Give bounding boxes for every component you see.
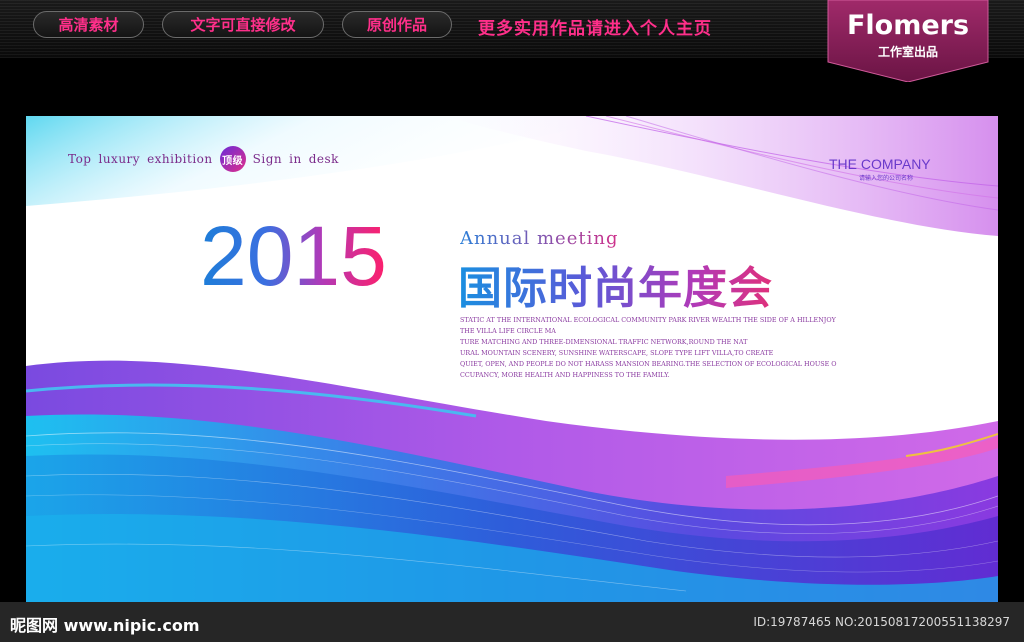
event-title: 国际时尚年度会	[458, 252, 773, 316]
description-line: TURE MATCHING AND THREE-DIMENSIONAL TRAF…	[460, 338, 748, 346]
company-name: THE COMPANY	[829, 156, 931, 172]
event-year: 2015	[200, 209, 387, 303]
brand-subtitle: 工作室出品	[877, 45, 938, 59]
brand-logo: Flomers 工作室出品	[826, 0, 990, 82]
site-watermark[interactable]: 昵图网 www.nipic.com	[10, 612, 200, 636]
event-description: STATIC AT THE INTERNATIONAL ECOLOGICAL C…	[460, 315, 860, 381]
pill-hd-material[interactable]: 高清素材	[33, 11, 144, 38]
company-name-hint: 请输入您的公司名称	[859, 175, 914, 182]
annual-meeting-label: Annual meeting	[460, 228, 619, 249]
image-id-label: ID:19787465 NO:20150817200551138297	[753, 615, 1010, 629]
top-level-badge: 顶级	[219, 146, 246, 172]
event-banner: Top luxury exhibition 顶级 Sign in desk TH…	[26, 116, 998, 602]
luxury-tagline: Top luxury exhibition 顶级 Sign in desk	[68, 146, 346, 172]
tagline-word: desk	[308, 152, 339, 166]
tagline-word: luxury	[98, 152, 141, 166]
promo-text[interactable]: 更多实用作品请进入个人主页	[478, 14, 712, 39]
description-line: CCUPANCY, MORE HEALTH AND HAPPINESS TO T…	[460, 371, 670, 379]
pill-editable-text[interactable]: 文字可直接修改	[162, 11, 324, 38]
description-line: STATIC AT THE INTERNATIONAL ECOLOGICAL C…	[460, 316, 836, 324]
watermark-footer: 昵图网 www.nipic.com ID:19787465 NO:2015081…	[0, 602, 1024, 642]
description-line: URAL MOUNTAIN SCENERY, SUNSHINE WATERSCA…	[460, 349, 774, 357]
tagline-word: in	[289, 152, 302, 166]
tagline-word: Sign	[252, 152, 283, 166]
tagline-word: exhibition	[147, 152, 213, 166]
brand-name: Flomers	[846, 10, 970, 41]
pill-original-work[interactable]: 原创作品	[342, 11, 452, 38]
description-line: QUIET, OPEN, AND PEOPLE DO NOT HARASS MA…	[460, 360, 837, 368]
description-line: THE VILLA LIFE CIRCLE MA	[460, 327, 556, 335]
tagline-word: Top	[68, 152, 92, 166]
